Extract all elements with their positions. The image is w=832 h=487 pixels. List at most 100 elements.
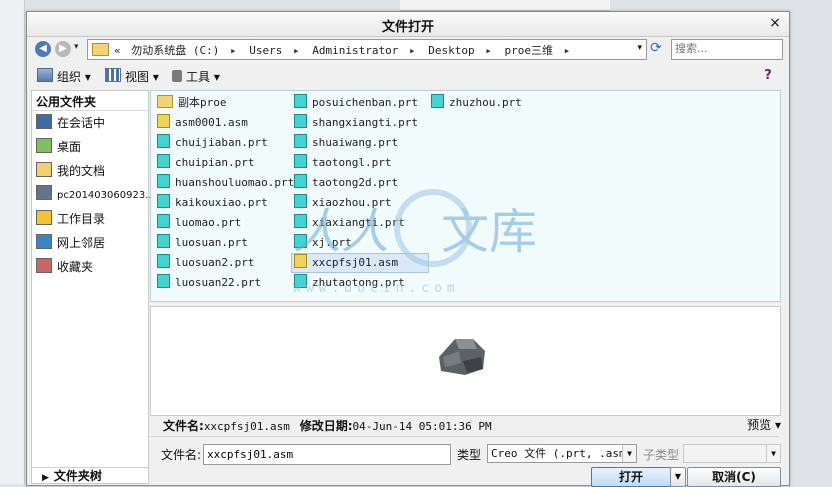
sidebar-item-network[interactable]: 网上邻居 (36, 233, 105, 253)
documents-icon (36, 162, 52, 177)
list-item[interactable]: taotongl.prt (294, 154, 391, 172)
list-item[interactable]: xiaozhou.prt (294, 194, 391, 212)
file-name: taotongl.prt (312, 156, 392, 169)
back-button[interactable]: ◀ (35, 41, 51, 57)
organize-icon (37, 68, 53, 82)
part-file-icon (294, 94, 307, 108)
breadcrumb-overflow[interactable]: « (114, 44, 121, 57)
chevron-down-icon: ▼ (622, 445, 636, 462)
computer-icon (36, 185, 52, 200)
list-item[interactable]: shangxiangti.prt (294, 114, 418, 132)
preview-toggle[interactable]: 预览 ▾ (747, 416, 781, 433)
sidebar-item-working-dir[interactable]: 工作目录 (36, 209, 105, 229)
sidebar-item-favorites[interactable]: 收藏夹 (36, 257, 93, 277)
sidebar-item-desktop[interactable]: 桌面 (36, 137, 81, 157)
list-item[interactable]: chuijiaban.prt (157, 134, 268, 152)
breadcrumb-desktop[interactable]: Desktop (428, 44, 474, 57)
list-item-selected[interactable]: xxcpfsj01.asm (291, 253, 429, 273)
sidebar-item-label: pc201403060923... (57, 190, 155, 201)
open-options-dropdown[interactable]: ▼ (670, 467, 686, 487)
breadcrumb-separator-icon[interactable]: ▸ (230, 44, 237, 57)
view-menu[interactable]: 视图 ▾ (105, 68, 159, 86)
toolbar: 组织 ▾ 视图 ▾ 工具 ▾ ? (27, 66, 789, 88)
sidebar-item-documents[interactable]: 我的文档 (36, 161, 105, 181)
sidebar-item-session[interactable]: 在会话中 (36, 113, 105, 133)
subtype-label: 子类型 (643, 448, 680, 462)
expand-arrow-icon: ▶ (42, 473, 49, 483)
subtype-select[interactable]: ▼ (683, 444, 781, 463)
list-item[interactable]: luosuan.prt (157, 234, 248, 252)
list-item[interactable]: luosuan2.prt (157, 254, 254, 272)
breadcrumb-separator-icon[interactable]: ▸ (409, 44, 416, 57)
search-box[interactable] (671, 39, 783, 60)
list-item[interactable]: luomao.prt (157, 214, 241, 232)
sidebar-item-label: 桌面 (57, 140, 82, 154)
list-item[interactable]: xj.prt (294, 234, 352, 252)
type-label: 类型 (457, 448, 482, 462)
file-name: chuijiaban.prt (175, 136, 268, 149)
sidebar-item-computer[interactable]: pc201403060923... (36, 185, 155, 205)
address-bar[interactable]: « 勿动系统盘 (C:) ▸ Users ▸ Administrator ▸ D… (87, 39, 647, 60)
dialog-title: 文件打开 (381, 20, 434, 35)
breadcrumb-separator-icon[interactable]: ▸ (564, 44, 571, 57)
breadcrumb-current-folder[interactable]: proe三维 (504, 44, 553, 57)
breadcrumb-administrator[interactable]: Administrator (312, 44, 398, 57)
file-name: huanshouluomao.prt (175, 176, 295, 189)
background-window-edge (0, 0, 25, 484)
breadcrumb-drive[interactable]: 勿动系统盘 (C:) (131, 44, 219, 57)
list-item[interactable]: chuipian.prt (157, 154, 254, 172)
list-item-folder[interactable]: 副本proe (157, 94, 227, 112)
filename-input[interactable] (203, 444, 451, 465)
file-name: xiaozhou.prt (312, 196, 392, 209)
open-button[interactable]: 打开 (591, 467, 671, 487)
navigation-bar: ◀ ▶ ▾ « 勿动系统盘 (C:) ▸ Users ▸ Administrat… (27, 38, 789, 62)
forward-button[interactable]: ▶ (55, 41, 71, 57)
part-file-icon (294, 134, 307, 148)
list-item[interactable]: huanshouluomao.prt (157, 174, 294, 192)
part-file-icon (431, 94, 444, 108)
file-name: xxcpfsj01.asm (312, 256, 399, 269)
organize-menu[interactable]: 组织 ▾ (37, 68, 91, 86)
file-name: shangxiangti.prt (312, 116, 418, 129)
list-item[interactable]: shuaiwang.prt (294, 134, 398, 152)
breadcrumb-separator-icon[interactable]: ▸ (293, 44, 300, 57)
assembly-file-icon (294, 254, 307, 268)
list-item[interactable]: kaikouxiao.prt (157, 194, 268, 212)
address-dropdown-icon[interactable]: ▾ (637, 43, 642, 53)
list-item[interactable]: luosuan22.prt (157, 274, 261, 292)
file-name: luosuan.prt (175, 236, 248, 249)
list-item[interactable]: posuichenban.prt (294, 94, 418, 112)
folder-tree-label: 文件夹树 (53, 469, 102, 483)
file-type-select[interactable]: Creo 文件 (.prt, .asm) ▼ (487, 444, 637, 463)
file-name: luomao.prt (175, 216, 242, 229)
history-dropdown-icon[interactable]: ▾ (74, 42, 79, 52)
list-item[interactable]: zhuzhou.prt (431, 94, 522, 112)
file-type-value: Creo 文件 (.prt, .asm) (491, 447, 633, 460)
filename-label: 文件名: (161, 448, 202, 462)
chevron-down-icon: ▼ (766, 445, 780, 462)
folder-tree-toggle[interactable]: ▶ 文件夹树 (32, 467, 148, 484)
refresh-button[interactable]: ⟳ (647, 39, 665, 58)
help-icon[interactable]: ? (759, 68, 777, 86)
file-name: zhuzhou.prt (449, 96, 522, 109)
tools-icon (172, 70, 182, 82)
breadcrumb-users[interactable]: Users (249, 44, 282, 57)
organize-label: 组织 (57, 70, 82, 84)
tools-menu[interactable]: 工具 ▾ (172, 68, 220, 86)
list-item[interactable]: taotong2d.prt (294, 174, 398, 192)
list-item[interactable]: asm0001.asm (157, 114, 248, 132)
list-item[interactable]: zhutaotong.prt (294, 274, 405, 292)
part-file-icon (294, 154, 307, 168)
view-label: 视图 (125, 70, 150, 84)
sidebar-header: 公用文件夹 (36, 95, 97, 109)
folder-icon (157, 95, 173, 108)
breadcrumb-separator-icon[interactable]: ▸ (485, 44, 492, 57)
part-file-icon (157, 254, 170, 268)
list-item[interactable]: xiaxiangti.prt (294, 214, 405, 232)
close-button[interactable]: × (767, 15, 783, 31)
search-input[interactable] (672, 40, 778, 57)
info-filename-value: xxcpfsj01.asm (203, 420, 290, 433)
desktop-icon (36, 138, 52, 153)
cancel-button[interactable]: 取消(C) (687, 467, 781, 487)
info-modified-value: 04-Jun-14 05:01:36 PM (352, 420, 492, 433)
